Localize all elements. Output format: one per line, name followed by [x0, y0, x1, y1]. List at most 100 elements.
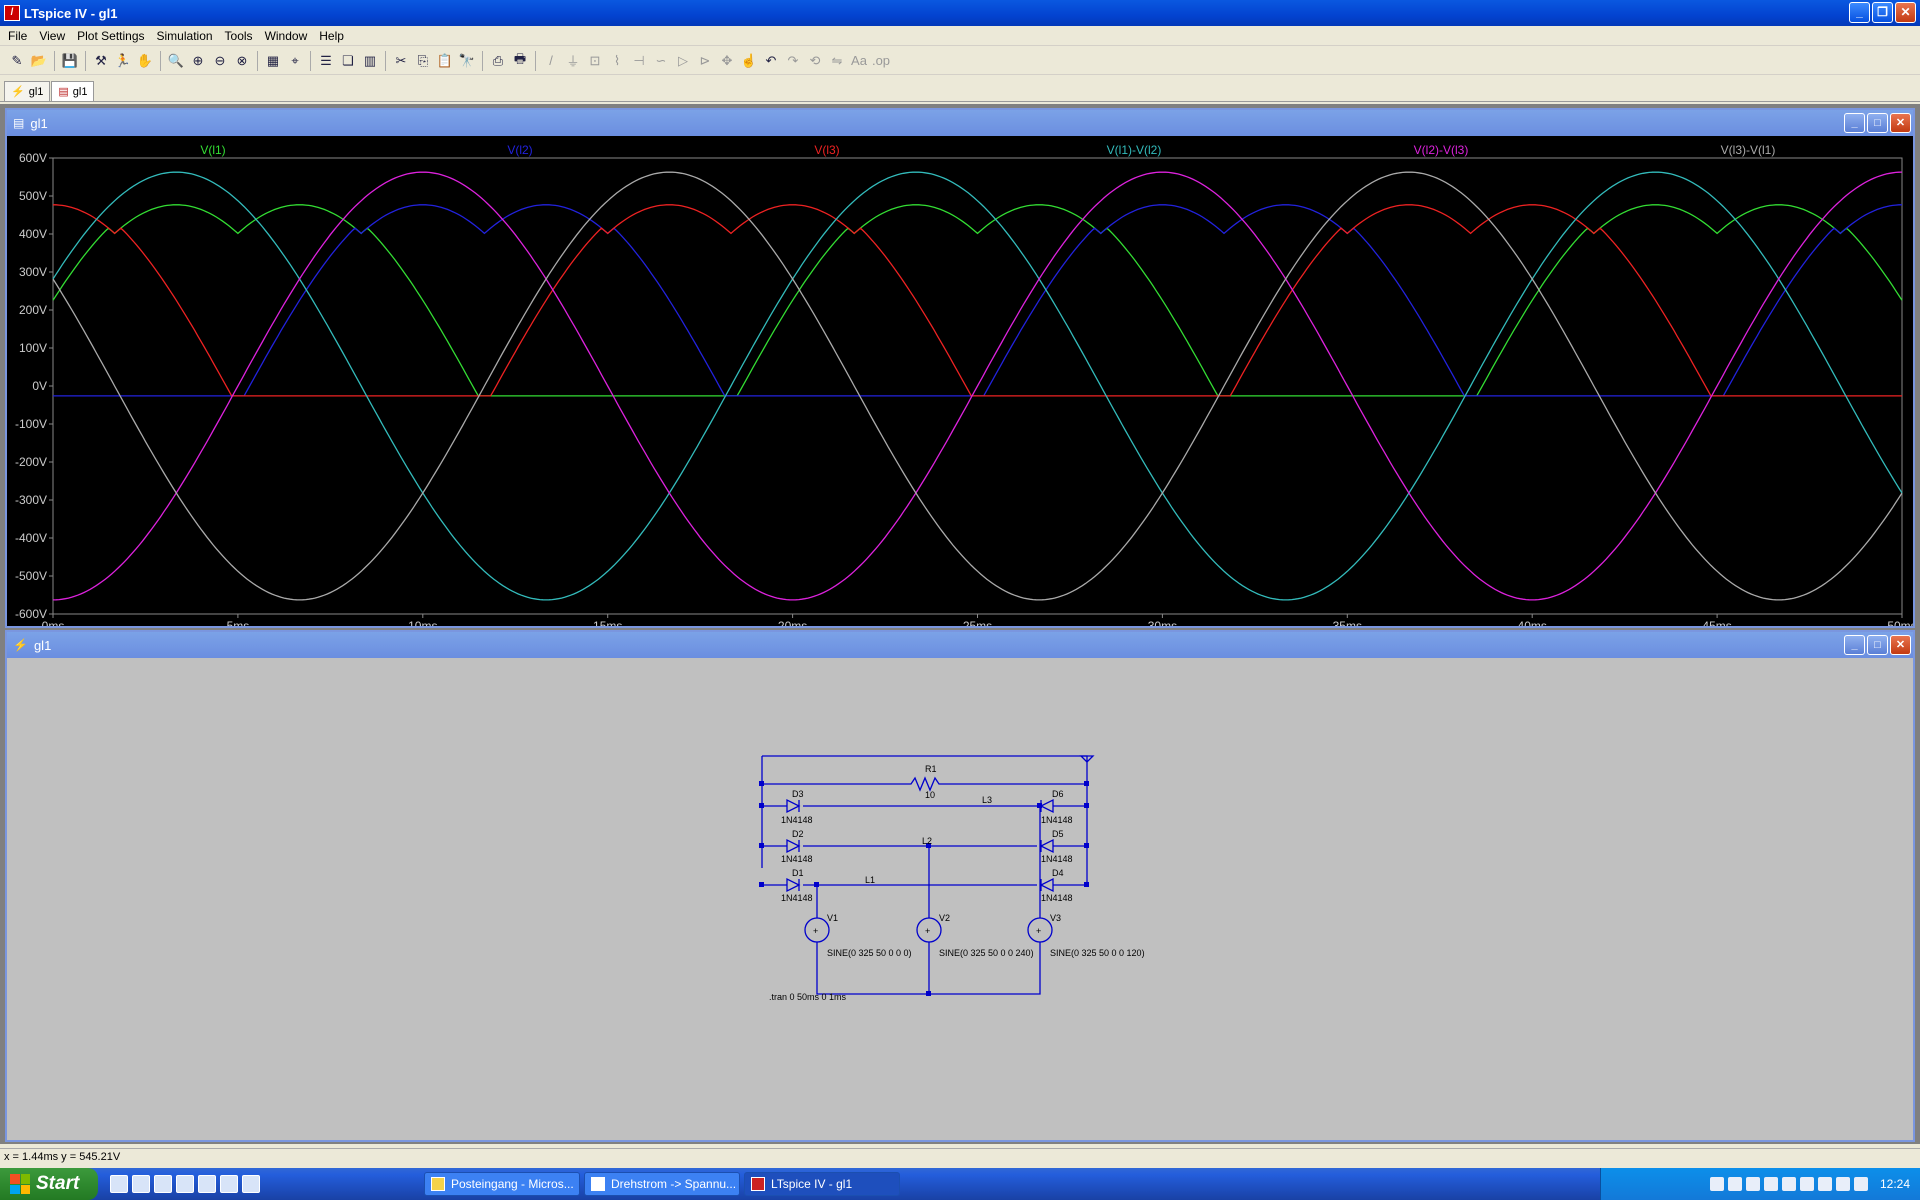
- series-line-5[interactable]: [52, 171, 1903, 601]
- update-icon[interactable]: [1763, 1177, 1778, 1191]
- zoom-fit-icon[interactable]: ⊗: [231, 50, 253, 72]
- v2-name[interactable]: V2: [939, 913, 950, 923]
- antivirus-icon[interactable]: [1727, 1177, 1742, 1191]
- plot-window[interactable]: ▤ gl1 _ □ ✕ 600V 500V 400V 300V 200V 100V 0V -1…: [5, 108, 1917, 633]
- media-icon[interactable]: [154, 1175, 172, 1193]
- d2-name[interactable]: D2: [792, 829, 804, 839]
- diode-icon[interactable]: ▷: [672, 50, 694, 72]
- d3-name[interactable]: D3: [792, 789, 804, 799]
- rotate-icon[interactable]: ⟲: [804, 50, 826, 72]
- d1-name[interactable]: D1: [792, 868, 804, 878]
- zoom-area-icon[interactable]: ⊕: [187, 50, 209, 72]
- inductor-icon[interactable]: ∽: [650, 50, 672, 72]
- net-label-l2[interactable]: L2: [922, 836, 932, 846]
- d6-name[interactable]: D6: [1052, 789, 1064, 799]
- zoom-in-icon[interactable]: 🔍: [165, 50, 187, 72]
- legend-label-2[interactable]: V(l2): [507, 143, 532, 157]
- spice-directive-icon[interactable]: .op: [870, 50, 892, 72]
- language-icon[interactable]: [1853, 1177, 1868, 1191]
- print-preview-icon[interactable]: ⎙: [487, 50, 509, 72]
- outlook-icon[interactable]: [176, 1175, 194, 1193]
- v2-value[interactable]: SINE(0 325 50 0 0 240): [939, 948, 1034, 958]
- d5-model[interactable]: 1N4148: [1041, 854, 1073, 864]
- schematic-window-titlebar[interactable]: ⚡ gl1 _ □ ✕: [7, 632, 1913, 658]
- app-icon[interactable]: [220, 1175, 238, 1193]
- menu-help[interactable]: Help: [313, 29, 350, 43]
- cascade-icon[interactable]: ❏: [337, 50, 359, 72]
- d4-model[interactable]: 1N4148: [1041, 893, 1073, 903]
- start-button[interactable]: Start: [0, 1168, 98, 1200]
- menu-view[interactable]: View: [33, 29, 71, 43]
- waveform-chart[interactable]: 600V 500V 400V 300V 200V 100V 0V -100V -200V -300…: [7, 136, 1917, 633]
- v1-name[interactable]: V1: [827, 913, 838, 923]
- show-desktop-icon[interactable]: [110, 1175, 128, 1193]
- cut-icon[interactable]: ✂: [390, 50, 412, 72]
- run-icon[interactable]: 🏃: [112, 50, 134, 72]
- schematic-close-button[interactable]: ✕: [1890, 635, 1911, 655]
- plot-maximize-button[interactable]: □: [1867, 113, 1888, 133]
- menu-window[interactable]: Window: [259, 29, 314, 43]
- v3-name[interactable]: V3: [1050, 913, 1061, 923]
- r1-name[interactable]: R1: [925, 764, 937, 774]
- window-titlebar[interactable]: / LTspice IV - gl1 _ ❐ ✕: [0, 0, 1920, 26]
- task-outlook[interactable]: Posteingang - Micros...: [424, 1172, 580, 1196]
- messenger-icon[interactable]: [1781, 1177, 1796, 1191]
- v3-value[interactable]: SINE(0 325 50 0 0 120): [1050, 948, 1145, 958]
- print-icon[interactable]: 🖶: [509, 50, 531, 72]
- power-icon[interactable]: [1817, 1177, 1832, 1191]
- schematic-canvas[interactable]: + + + R1 10 D3 1N4148 D2 1N4148 D1 1N414…: [7, 658, 1913, 1140]
- wire-icon[interactable]: /: [540, 50, 562, 72]
- ltspice-launch-icon[interactable]: [242, 1175, 260, 1193]
- d1-model[interactable]: 1N4148: [781, 893, 813, 903]
- paste-icon[interactable]: 📋: [434, 50, 456, 72]
- legend-label-5[interactable]: V(l2)-V(l3): [1414, 143, 1469, 157]
- legend-label-6[interactable]: V(l3)-V(l1): [1721, 143, 1776, 157]
- r1-value[interactable]: 10: [925, 790, 935, 800]
- legend-label-4[interactable]: V(l1)-V(l2): [1107, 143, 1162, 157]
- task-document[interactable]: Drehstrom -> Spannu...: [584, 1172, 740, 1196]
- component-icon[interactable]: ⊳: [694, 50, 716, 72]
- halt-icon[interactable]: ✋: [134, 50, 156, 72]
- new-schematic-icon[interactable]: ✎: [6, 50, 28, 72]
- plot-close-button[interactable]: ✕: [1890, 113, 1911, 133]
- net-label-l1[interactable]: L1: [865, 875, 875, 885]
- capacitor-icon[interactable]: ⊣: [628, 50, 650, 72]
- move-icon[interactable]: ✥: [716, 50, 738, 72]
- cursor-icon[interactable]: ⌖: [284, 50, 306, 72]
- explorer-icon[interactable]: [198, 1175, 216, 1193]
- minimize-button[interactable]: _: [1849, 2, 1870, 23]
- autorange-icon[interactable]: ▦: [262, 50, 284, 72]
- close-button[interactable]: ✕: [1895, 2, 1916, 23]
- plot-window-titlebar[interactable]: ▤ gl1 _ □ ✕: [7, 110, 1913, 136]
- control-panel-icon[interactable]: ⚒: [90, 50, 112, 72]
- drag-icon[interactable]: ☝: [738, 50, 760, 72]
- usb-icon[interactable]: [1835, 1177, 1850, 1191]
- menu-file[interactable]: File: [2, 29, 33, 43]
- find-icon[interactable]: 🔭: [456, 50, 478, 72]
- tab-waveform[interactable]: ▤ gl1: [51, 81, 95, 101]
- network-icon[interactable]: [1709, 1177, 1724, 1191]
- schematic-maximize-button[interactable]: □: [1867, 635, 1888, 655]
- tile-horizontal-icon[interactable]: ☰: [315, 50, 337, 72]
- mirror-icon[interactable]: ⇋: [826, 50, 848, 72]
- schematic-minimize-button[interactable]: _: [1844, 635, 1865, 655]
- plot-minimize-button[interactable]: _: [1844, 113, 1865, 133]
- schematic-drawing[interactable]: + + + R1 10 D3 1N4148 D2 1N4148 D1 1N414…: [7, 658, 1913, 1140]
- d3-model[interactable]: 1N4148: [781, 815, 813, 825]
- waveform-plot[interactable]: 600V 500V 400V 300V 200V 100V 0V -100V -200V -300…: [7, 136, 1917, 633]
- legend-label-1[interactable]: V(l1): [200, 143, 225, 157]
- open-icon[interactable]: 📂: [28, 50, 50, 72]
- zoom-out-icon[interactable]: ⊖: [209, 50, 231, 72]
- volume-icon[interactable]: [1799, 1177, 1814, 1191]
- d6-model[interactable]: 1N4148: [1041, 815, 1073, 825]
- undo-icon[interactable]: ↶: [760, 50, 782, 72]
- d5-name[interactable]: D5: [1052, 829, 1064, 839]
- tile-vertical-icon[interactable]: ▥: [359, 50, 381, 72]
- browser-icon[interactable]: [132, 1175, 150, 1193]
- copy-icon[interactable]: ⎘: [412, 50, 434, 72]
- redo-icon[interactable]: ↷: [782, 50, 804, 72]
- series-line-1[interactable]: [52, 204, 1903, 397]
- d2-model[interactable]: 1N4148: [781, 854, 813, 864]
- menu-plot-settings[interactable]: Plot Settings: [71, 29, 150, 43]
- label-icon[interactable]: ⊡: [584, 50, 606, 72]
